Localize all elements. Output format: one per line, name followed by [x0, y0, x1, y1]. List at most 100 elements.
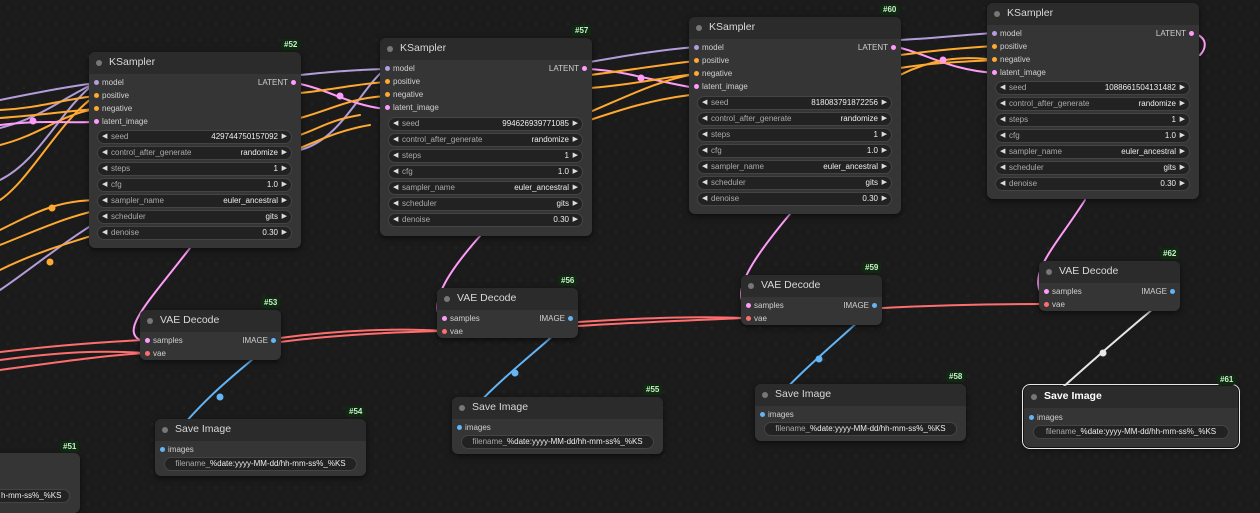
control-after-generate-widget[interactable]: ◀ control_after_generate randomize ▶	[697, 112, 892, 126]
control-after-generate-widget[interactable]: ◀ control_after_generate randomize ▶	[97, 146, 292, 160]
scheduler-widget[interactable]: ◀ scheduler gits ▶	[697, 176, 892, 190]
node-title-bar[interactable]: KSampler	[987, 3, 1199, 25]
collapse-dot-icon[interactable]	[696, 25, 702, 31]
decrement-arrow-icon[interactable]: ◀	[102, 131, 107, 143]
decrement-arrow-icon[interactable]: ◀	[1000, 162, 1005, 174]
input-model[interactable]: model	[94, 77, 124, 88]
model-socket-icon[interactable]	[694, 45, 699, 50]
input-latent-image[interactable]: latent_image	[94, 116, 148, 127]
decrement-arrow-icon[interactable]: ◀	[702, 97, 707, 109]
steps-widget[interactable]: ◀ steps 1 ▶	[388, 149, 583, 163]
negative-socket-icon[interactable]	[694, 71, 699, 76]
output-image[interactable]: IMAGE	[1141, 286, 1175, 297]
input-samples[interactable]: samples	[442, 313, 480, 324]
increment-arrow-icon[interactable]: ▶	[882, 161, 887, 173]
images-socket-icon[interactable]	[160, 447, 165, 452]
collapse-dot-icon[interactable]	[748, 283, 754, 289]
save-image-node[interactable]: Save Image images filename_%date:yyyy-MM…	[452, 397, 663, 454]
control-after-generate-widget[interactable]: ◀ control_after_generate randomize ▶	[388, 133, 583, 147]
negative-socket-icon[interactable]	[385, 92, 390, 97]
filename-prefix-widget[interactable]: filename_%date:yyyy-MM-dd/hh-mm-ss%_%KS	[461, 435, 654, 449]
node-title-bar[interactable]: VAE Decode	[741, 275, 882, 297]
save-image-node[interactable]: Save Image images filename_%date:yyyy-MM…	[755, 384, 966, 441]
input-positive[interactable]: positive	[992, 41, 1027, 52]
images-socket-icon[interactable]	[457, 425, 462, 430]
decrement-arrow-icon[interactable]: ◀	[102, 227, 107, 239]
input-positive[interactable]: positive	[385, 76, 420, 87]
scheduler-widget[interactable]: ◀ scheduler gits ▶	[388, 197, 583, 211]
latent-image-socket-icon[interactable]	[992, 70, 997, 75]
input-negative[interactable]: negative	[992, 54, 1030, 65]
node-title-bar[interactable]: Save Image	[155, 419, 366, 441]
decrement-arrow-icon[interactable]: ◀	[702, 193, 707, 205]
vae-decode-node[interactable]: VAE Decode samples IMAGE vae	[741, 275, 882, 325]
cfg-widget[interactable]: ◀ cfg 1.0 ▶	[97, 178, 292, 192]
node-title-bar[interactable]: VAE Decode	[140, 310, 281, 332]
node-title-bar[interactable]: VAE Decode	[437, 288, 578, 310]
filename-prefix-widget[interactable]: filename_%date:yyyy-MM-dd/hh-mm-ss%_%KS	[164, 457, 357, 471]
increment-arrow-icon[interactable]: ▶	[882, 97, 887, 109]
collapse-dot-icon[interactable]	[459, 405, 465, 411]
node-partial-51[interactable]: h-mm-ss%_%KS	[0, 453, 80, 513]
sampler-name-widget[interactable]: ◀ sampler_name euler_ancestral ▶	[995, 145, 1190, 159]
vae-decode-node[interactable]: VAE Decode samples IMAGE vae	[1039, 261, 1180, 311]
increment-arrow-icon[interactable]: ▶	[282, 211, 287, 223]
cfg-widget[interactable]: ◀ cfg 1.0 ▶	[697, 144, 892, 158]
decrement-arrow-icon[interactable]: ◀	[393, 182, 398, 194]
decrement-arrow-icon[interactable]: ◀	[1000, 130, 1005, 142]
decrement-arrow-icon[interactable]: ◀	[393, 166, 398, 178]
input-negative[interactable]: negative	[694, 68, 732, 79]
ksampler-node[interactable]: KSampler model LATENT positive negative …	[380, 38, 592, 236]
vae-decode-node[interactable]: VAE Decode samples IMAGE vae	[140, 310, 281, 360]
ksampler-node[interactable]: KSampler model LATENT positive negative …	[987, 3, 1199, 199]
node-title-bar[interactable]: KSampler	[89, 52, 301, 74]
collapse-dot-icon[interactable]	[762, 392, 768, 398]
model-socket-icon[interactable]	[94, 80, 99, 85]
seed-widget[interactable]: ◀ seed 818083791872256 ▶	[697, 96, 892, 110]
increment-arrow-icon[interactable]: ▶	[573, 134, 578, 146]
latent-image-socket-icon[interactable]	[385, 105, 390, 110]
decrement-arrow-icon[interactable]: ◀	[1000, 146, 1005, 158]
decrement-arrow-icon[interactable]: ◀	[102, 211, 107, 223]
samples-socket-icon[interactable]	[442, 316, 447, 321]
scheduler-widget[interactable]: ◀ scheduler gits ▶	[995, 161, 1190, 175]
ksampler-node[interactable]: KSampler model LATENT positive negative …	[689, 17, 901, 214]
images-socket-icon[interactable]	[1029, 415, 1034, 420]
collapse-dot-icon[interactable]	[1046, 269, 1052, 275]
samples-socket-icon[interactable]	[1044, 289, 1049, 294]
increment-arrow-icon[interactable]: ▶	[282, 147, 287, 159]
increment-arrow-icon[interactable]: ▶	[1180, 98, 1185, 110]
sampler-name-widget[interactable]: ◀ sampler_name euler_ancestral ▶	[697, 160, 892, 174]
increment-arrow-icon[interactable]: ▶	[882, 113, 887, 125]
vae-socket-icon[interactable]	[145, 351, 150, 356]
output-latent[interactable]: LATENT	[549, 63, 587, 74]
positive-socket-icon[interactable]	[694, 58, 699, 63]
model-socket-icon[interactable]	[385, 66, 390, 71]
decrement-arrow-icon[interactable]: ◀	[102, 147, 107, 159]
seed-widget[interactable]: ◀ seed 429744750157092 ▶	[97, 130, 292, 144]
latent-socket-icon[interactable]	[291, 80, 296, 85]
input-latent-image[interactable]: latent_image	[694, 81, 748, 92]
increment-arrow-icon[interactable]: ▶	[282, 179, 287, 191]
output-latent[interactable]: LATENT	[258, 77, 296, 88]
image-socket-icon[interactable]	[872, 303, 877, 308]
save-image-node[interactable]: Save Image images filename_%date:yyyy-MM…	[155, 419, 366, 476]
increment-arrow-icon[interactable]: ▶	[573, 166, 578, 178]
partial-filename-widget[interactable]: h-mm-ss%_%KS	[0, 489, 70, 503]
node-title-bar[interactable]: Save Image	[755, 384, 966, 406]
collapse-dot-icon[interactable]	[994, 11, 1000, 17]
input-samples[interactable]: samples	[1044, 286, 1082, 297]
decrement-arrow-icon[interactable]: ◀	[393, 214, 398, 226]
input-images[interactable]: images	[1029, 412, 1063, 423]
node-title-bar[interactable]: Save Image	[452, 397, 663, 419]
model-socket-icon[interactable]	[992, 31, 997, 36]
decrement-arrow-icon[interactable]: ◀	[393, 118, 398, 130]
sampler-name-widget[interactable]: ◀ sampler_name euler_ancestral ▶	[97, 194, 292, 208]
input-vae[interactable]: vae	[1044, 299, 1065, 310]
increment-arrow-icon[interactable]: ▶	[1180, 146, 1185, 158]
image-socket-icon[interactable]	[1170, 289, 1175, 294]
input-model[interactable]: model	[992, 28, 1022, 39]
save-image-node-selected[interactable]: Save Image images filename_%date:yyyy-MM…	[1022, 384, 1240, 449]
increment-arrow-icon[interactable]: ▶	[573, 198, 578, 210]
increment-arrow-icon[interactable]: ▶	[882, 129, 887, 141]
